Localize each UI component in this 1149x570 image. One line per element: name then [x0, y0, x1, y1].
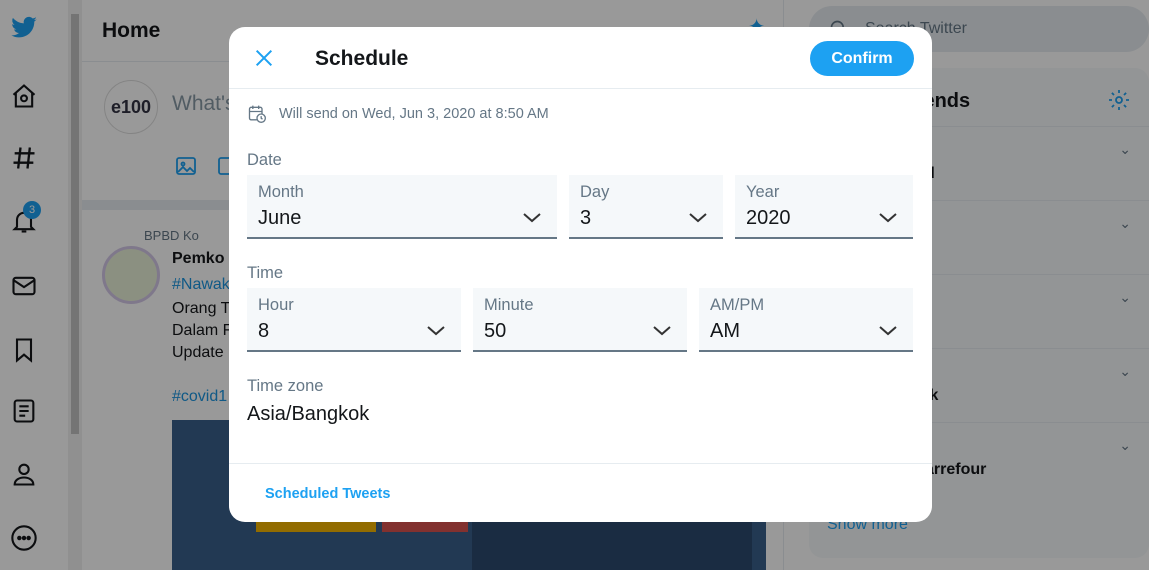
- minute-label: Minute: [484, 296, 534, 314]
- hour-select[interactable]: Hour 8: [247, 288, 461, 352]
- dialog-header: Schedule Confirm: [229, 27, 932, 89]
- close-button[interactable]: [245, 42, 283, 74]
- hour-value: 8: [258, 320, 270, 342]
- schedule-dialog: Schedule Confirm Will send on Wed, Jun 3…: [229, 27, 932, 522]
- chevron-down-icon: [879, 326, 897, 336]
- dialog-title: Schedule: [315, 47, 409, 70]
- schedule-summary: Will send on Wed, Jun 3, 2020 at 8:50 AM: [247, 104, 549, 124]
- month-label: Month: [258, 183, 304, 201]
- time-section-label: Time: [247, 264, 284, 282]
- schedule-summary-text: Will send on Wed, Jun 3, 2020 at 8:50 AM: [279, 106, 549, 122]
- scheduled-tweets-link[interactable]: Scheduled Tweets: [265, 486, 390, 502]
- chevron-down-icon: [523, 213, 541, 223]
- confirm-button[interactable]: Confirm: [810, 41, 914, 76]
- ampm-value: AM: [710, 320, 740, 342]
- timezone-label: Time zone: [247, 377, 324, 395]
- ampm-select[interactable]: AM/PM AM: [699, 288, 913, 352]
- timezone-value: Asia/Bangkok: [247, 403, 370, 425]
- dialog-footer: Scheduled Tweets: [229, 463, 932, 522]
- chevron-down-icon: [427, 326, 445, 336]
- chevron-down-icon: [879, 213, 897, 223]
- calendar-clock-icon: [248, 105, 266, 123]
- hour-label: Hour: [258, 296, 294, 314]
- month-select[interactable]: Month June: [247, 175, 557, 239]
- minute-select[interactable]: Minute 50: [473, 288, 687, 352]
- chevron-down-icon: [653, 326, 671, 336]
- day-label: Day: [580, 183, 610, 201]
- close-icon: [255, 49, 273, 67]
- ampm-label: AM/PM: [710, 296, 765, 314]
- year-value: 2020: [746, 207, 791, 229]
- date-section-label: Date: [247, 151, 282, 169]
- day-value: 3: [580, 207, 592, 229]
- month-value: June: [258, 207, 302, 229]
- chevron-down-icon: [689, 213, 707, 223]
- minute-value: 50: [484, 320, 507, 342]
- day-select[interactable]: Day 3: [569, 175, 723, 239]
- year-select[interactable]: Year 2020: [735, 175, 913, 239]
- year-label: Year: [746, 183, 780, 201]
